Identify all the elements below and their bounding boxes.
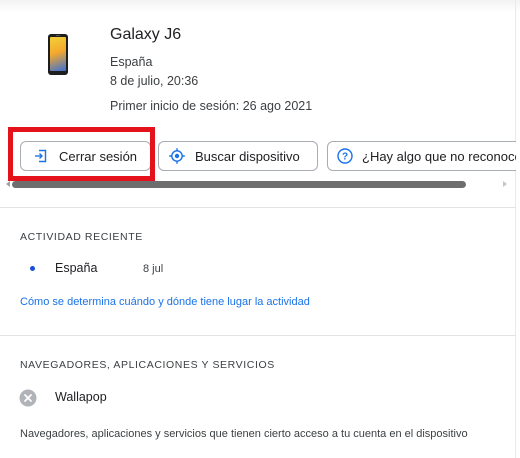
device-details-page: Galaxy J6 España 8 de julio, 20:36 Prime… [0, 0, 520, 458]
device-header: Galaxy J6 España 8 de julio, 20:36 Prime… [0, 0, 520, 135]
recent-activity-heading: ACTIVIDAD RECIENTE [20, 231, 143, 243]
svg-text:?: ? [342, 152, 348, 163]
activity-location: España [55, 261, 98, 275]
device-first-sign-in: Primer inicio de sesión: 26 ago 2021 [110, 99, 313, 113]
app-icon [19, 389, 37, 407]
sign-out-highlight-box [8, 127, 155, 181]
find-device-label: Buscar dispositivo [195, 148, 300, 164]
find-device-button[interactable]: Buscar dispositivo [158, 141, 318, 171]
apps-heading: NAVEGADORES, APLICACIONES Y SERVICIOS [20, 359, 275, 371]
scrollbar-thumb[interactable] [12, 181, 466, 188]
scroll-left-arrow-icon[interactable] [6, 181, 10, 187]
help-icon: ? [336, 146, 354, 166]
device-last-activity: 8 de julio, 20:36 [110, 74, 199, 88]
apps-description: Navegadores, aplicaciones y servicios qu… [20, 428, 468, 440]
phone-camera [56, 35, 60, 36]
activity-bullet-icon [30, 266, 35, 271]
dont-recognize-button[interactable]: ? ¿Hay algo que no reconoces? [327, 141, 516, 171]
scroll-right-arrow-icon[interactable] [503, 181, 507, 187]
divider [0, 335, 516, 336]
locate-icon [167, 146, 187, 166]
horizontal-scrollbar[interactable] [6, 180, 511, 189]
divider [0, 207, 516, 208]
app-name: Wallapop [55, 390, 107, 404]
phone-icon [48, 34, 68, 75]
dont-recognize-label: ¿Hay algo que no reconoces? [362, 148, 516, 164]
device-location: España [110, 55, 153, 69]
phone-screen [50, 37, 66, 71]
activity-info-link[interactable]: Cómo se determina cuándo y dónde tiene l… [20, 296, 310, 308]
device-name: Galaxy J6 [110, 26, 182, 43]
activity-date: 8 jul [143, 263, 164, 275]
